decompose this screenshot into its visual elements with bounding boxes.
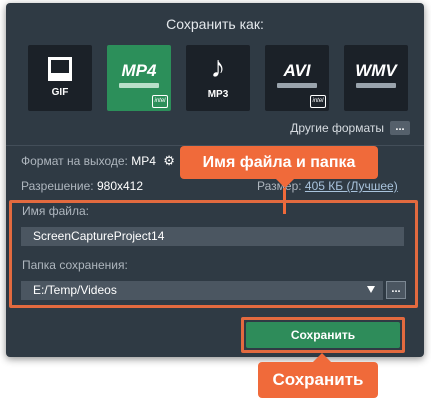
format-mp3-label: MP3 — [207, 89, 229, 100]
intel-badge-icon: intel — [152, 95, 168, 108]
save-button[interactable]: Сохранить — [246, 322, 400, 348]
resolution-value: 980x412 — [96, 179, 144, 193]
callout-save-text: Сохранить — [272, 370, 364, 389]
browse-folder-button[interactable]: ... — [386, 281, 406, 299]
chevron-down-icon — [367, 286, 375, 293]
resolution-row: Разрешение: 980x412 — [21, 179, 143, 193]
callout-file-and-folder: Имя файла и папка — [180, 146, 378, 214]
format-wmv-button[interactable]: WMV — [344, 45, 408, 111]
dialog-title: Сохранить как: — [166, 16, 264, 32]
format-avi-button[interactable]: AVI intel — [265, 45, 329, 111]
size-value-link[interactable]: 405 КБ (Лучшее) — [305, 179, 398, 193]
callout-pointer — [276, 179, 294, 188]
format-gif-label: GIF — [51, 87, 69, 98]
output-format-row: Формат на выходе: MP4 ⚙ — [21, 153, 175, 169]
other-formats-button[interactable]: ... — [390, 121, 410, 135]
callout-pointer — [313, 353, 331, 362]
other-formats-label: Другие форматы — [290, 121, 384, 135]
film-strip-icon — [277, 83, 317, 88]
film-strip-icon — [356, 83, 396, 88]
output-format-label: Формат на выходе: — [21, 154, 128, 168]
output-format-value: MP4 — [131, 154, 156, 168]
format-avi-label: AVI — [283, 61, 311, 80]
format-gif-button[interactable]: GIF — [28, 45, 92, 111]
callout-save: Сохранить — [258, 353, 378, 398]
format-wmv-label: WMV — [355, 61, 397, 80]
format-mp4-label: MP4 — [121, 61, 157, 80]
folder-label: Папка сохранения: — [22, 258, 128, 272]
film-strip-icon — [119, 83, 159, 88]
format-mp3-button[interactable]: ♪ MP3 — [186, 45, 250, 111]
callout-file-and-folder-text: Имя файла и папка — [202, 154, 356, 171]
image-icon — [48, 57, 72, 81]
folder-select[interactable]: E:/Temp/Videos — [21, 281, 383, 300]
file-name-label: Имя файла: — [22, 204, 89, 218]
intel-badge-icon: intel — [310, 95, 326, 108]
file-name-input[interactable]: ScreenCaptureProject14 — [21, 227, 404, 246]
format-mp4-button[interactable]: MP4 intel — [107, 45, 171, 111]
music-note-icon: ♪ — [210, 51, 226, 84]
other-formats: Другие форматы ... — [290, 121, 410, 135]
folder-value: E:/Temp/Videos — [33, 283, 117, 297]
resolution-label: Разрешение: — [21, 179, 94, 193]
gear-icon[interactable]: ⚙ — [163, 153, 175, 168]
